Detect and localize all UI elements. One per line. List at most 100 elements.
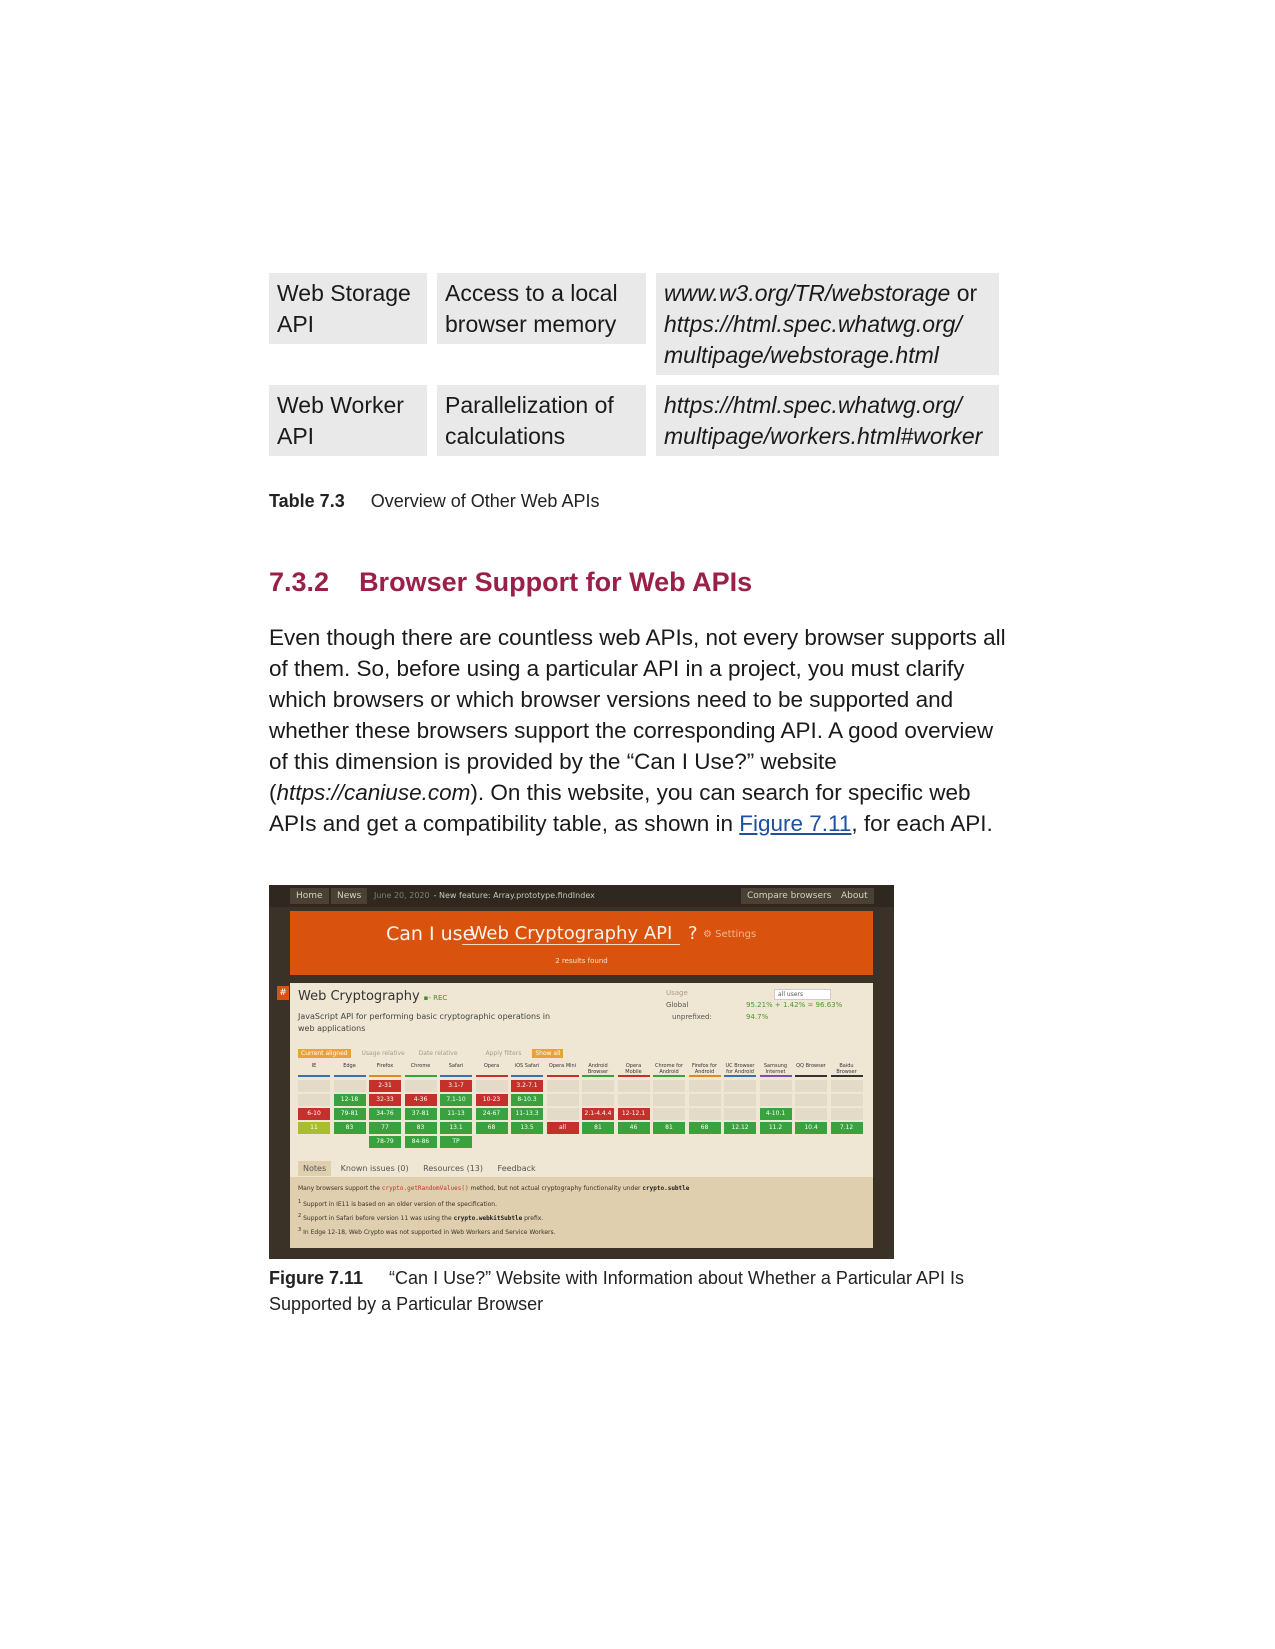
version-cell[interactable]: 13.5 bbox=[511, 1122, 543, 1134]
version-cell bbox=[830, 1094, 863, 1106]
browser-column: iOS Safari 3.2-7.1 8-10.3 11-13.3 13.5 bbox=[511, 1063, 543, 1134]
version-cell[interactable]: 79-81 bbox=[333, 1108, 366, 1120]
browser-name: Android Browser bbox=[587, 1063, 609, 1075]
version-cell[interactable]: 10-23 bbox=[475, 1094, 508, 1106]
version-cell[interactable]: 84-86 bbox=[404, 1136, 437, 1148]
version-cell bbox=[617, 1094, 650, 1106]
body-paragraph: Even though there are countless web APIs… bbox=[269, 622, 1009, 839]
info-tabs: Notes Known issues (0) Resources (13) Fe… bbox=[298, 1161, 543, 1176]
browser-color-line bbox=[795, 1075, 827, 1077]
version-cell[interactable]: all bbox=[546, 1122, 579, 1134]
version-cell[interactable]: 83 bbox=[333, 1122, 366, 1134]
version-cell[interactable]: 46 bbox=[617, 1122, 650, 1134]
note-line: 1 Support in IE11 is based on an older v… bbox=[298, 1199, 497, 1208]
section-number: 7.3.2 bbox=[269, 567, 330, 597]
version-cell[interactable]: 81 bbox=[653, 1122, 685, 1134]
version-cell[interactable]: 2.1-4.4.4 bbox=[582, 1108, 614, 1120]
settings-link[interactable]: ⚙ Settings bbox=[703, 929, 756, 940]
browser-color-line bbox=[830, 1075, 863, 1077]
tab-known-issues[interactable]: Known issues (0) bbox=[336, 1161, 414, 1176]
version-cell[interactable]: 77 bbox=[369, 1122, 401, 1134]
unprefixed-value: 94.7% bbox=[746, 1013, 769, 1021]
browser-name: Samsung Internet bbox=[763, 1063, 788, 1075]
version-cell bbox=[724, 1094, 756, 1106]
reference-join: or bbox=[950, 280, 978, 306]
usage-select[interactable]: all users bbox=[774, 989, 831, 1000]
version-cell[interactable]: 10.4 bbox=[795, 1122, 827, 1134]
browser-color-line bbox=[546, 1075, 579, 1077]
option-show-all[interactable]: Show all bbox=[532, 1049, 564, 1058]
api-description-cell: Access to a local browser memory bbox=[437, 273, 646, 344]
browser-color-line bbox=[369, 1075, 401, 1077]
browser-color-line bbox=[617, 1075, 650, 1077]
news-ticker[interactable]: June 20, 2020- New feature: Array.protot… bbox=[374, 888, 595, 904]
browser-name: Opera Mini bbox=[548, 1063, 577, 1069]
version-cell[interactable]: 6-10 bbox=[298, 1108, 330, 1120]
tab-resources[interactable]: Resources (13) bbox=[418, 1161, 488, 1176]
version-cell[interactable]: 83 bbox=[404, 1122, 437, 1134]
version-cell[interactable]: 12-18 bbox=[333, 1094, 366, 1106]
version-cell[interactable]: 7.12 bbox=[830, 1122, 863, 1134]
version-cell[interactable]: 12-12.1 bbox=[617, 1108, 650, 1120]
note-code: crypto.subtle bbox=[642, 1185, 690, 1192]
browser-column: Firefox for Android 68 bbox=[688, 1063, 721, 1134]
feature-title: Web Cryptography ▪- REC bbox=[298, 989, 447, 1004]
version-cell[interactable]: 11-13 bbox=[440, 1108, 472, 1120]
figure-link[interactable]: Figure 7.11 bbox=[739, 811, 851, 836]
version-cell[interactable]: 4-10.1 bbox=[759, 1108, 792, 1120]
browser-name: QQ Browser bbox=[796, 1063, 826, 1069]
tab-feedback[interactable]: Feedback bbox=[493, 1161, 541, 1176]
api-description-cell: Parallelization of calculations bbox=[437, 385, 646, 456]
tab-notes[interactable]: Notes bbox=[298, 1161, 332, 1176]
option-current-aligned[interactable]: Current aligned bbox=[298, 1049, 351, 1058]
version-cell[interactable]: 68 bbox=[475, 1122, 508, 1134]
version-cell[interactable]: TP bbox=[440, 1136, 472, 1148]
browser-color-line bbox=[298, 1075, 330, 1077]
version-cell[interactable]: 11.2 bbox=[759, 1122, 792, 1134]
search-input[interactable]: Web Cryptography API bbox=[462, 923, 680, 945]
note-marker: 2 bbox=[298, 1213, 302, 1219]
version-cell bbox=[582, 1094, 614, 1106]
version-cell[interactable]: 4-36 bbox=[404, 1094, 437, 1106]
option-apply-filters[interactable]: Apply filters bbox=[482, 1049, 524, 1058]
version-cell[interactable]: 3.1-7 bbox=[440, 1080, 472, 1092]
version-cell[interactable]: 32-33 bbox=[369, 1094, 401, 1106]
option-usage-relative[interactable]: Usage relative bbox=[359, 1049, 408, 1058]
version-cell bbox=[830, 1108, 863, 1120]
version-cell[interactable]: 7.1-10 bbox=[440, 1094, 472, 1106]
version-cell[interactable]: 34-76 bbox=[369, 1108, 401, 1120]
note-line: 3 In Edge 12-18, Web Crypto was not supp… bbox=[298, 1227, 556, 1236]
browser-column: Opera Mobile 12-12.1 46 bbox=[617, 1063, 650, 1134]
version-cell[interactable]: 8-10.3 bbox=[511, 1094, 543, 1106]
version-cell[interactable]: 24-67 bbox=[475, 1108, 508, 1120]
browser-color-line bbox=[653, 1075, 685, 1077]
section-heading: 7.3.2 Browser Support for Web APIs bbox=[269, 567, 752, 598]
option-date-relative[interactable]: Date relative bbox=[416, 1049, 461, 1058]
version-cell[interactable]: 68 bbox=[688, 1122, 721, 1134]
version-cell[interactable]: 37-81 bbox=[404, 1108, 437, 1120]
version-cell[interactable]: 78-79 bbox=[369, 1136, 401, 1148]
search-panel: Can I use Web Cryptography API ? ⚙ Setti… bbox=[290, 911, 873, 975]
about-button[interactable]: About bbox=[835, 888, 874, 904]
note-text: In Edge 12-18, Web Crypto was not suppor… bbox=[303, 1229, 556, 1236]
note-text: Many browsers support the bbox=[298, 1185, 382, 1192]
browser-name: Baidu Browser bbox=[836, 1063, 857, 1075]
compare-browsers-button[interactable]: Compare browsers bbox=[741, 888, 838, 904]
version-cell[interactable]: 3.2-7.1 bbox=[511, 1080, 543, 1092]
version-cell bbox=[795, 1080, 827, 1092]
version-cell bbox=[333, 1080, 366, 1092]
feature-anchor-icon[interactable]: # bbox=[277, 986, 289, 1000]
version-cell[interactable]: 11-13.3 bbox=[511, 1108, 543, 1120]
version-cell[interactable]: 11 bbox=[298, 1122, 330, 1134]
browser-name: Edge bbox=[343, 1063, 356, 1069]
browser-name: Firefox for Android bbox=[691, 1063, 717, 1075]
note-line: Many browsers support the crypto.getRand… bbox=[298, 1185, 689, 1192]
version-cell[interactable]: 81 bbox=[582, 1122, 614, 1134]
version-cell[interactable]: 13.1 bbox=[440, 1122, 472, 1134]
nav-news-button[interactable]: News bbox=[331, 888, 368, 904]
note-code: crypto.webkitSubtle bbox=[453, 1215, 523, 1222]
nav-home-button[interactable]: Home bbox=[290, 888, 329, 904]
api-name-cell: Web Storage API bbox=[269, 273, 427, 344]
version-cell[interactable]: 12.12 bbox=[724, 1122, 756, 1134]
version-cell[interactable]: 2-31 bbox=[369, 1080, 401, 1092]
